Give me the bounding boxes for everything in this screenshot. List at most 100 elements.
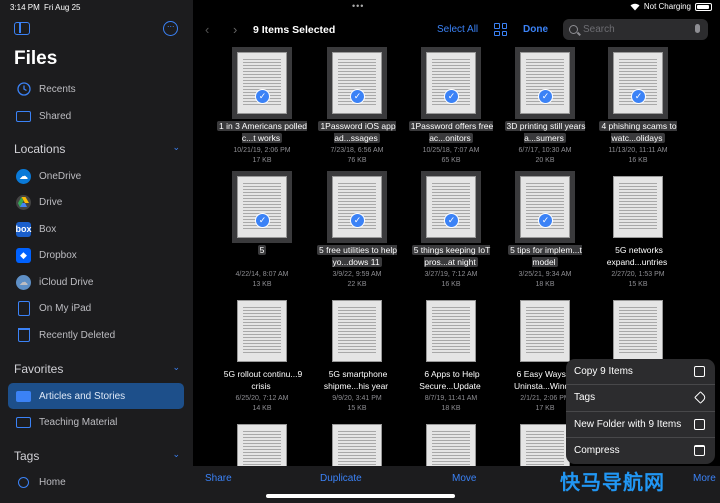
document-thumbnail[interactable]	[237, 300, 287, 362]
new-folder-icon	[694, 418, 705, 430]
sidebar-item-onedrive[interactable]: ☁ OneDrive	[8, 163, 184, 189]
file-name: 3D printing still years a...sumers	[504, 121, 586, 143]
file-size: 22 KB	[347, 281, 367, 288]
clock-icon	[16, 82, 31, 97]
status-date: Fri Aug 25	[44, 3, 81, 12]
menu-item-new-folder[interactable]: New Folder with 9 Items	[566, 412, 715, 438]
grid-view-icon[interactable]	[494, 23, 507, 36]
ipad-icon	[16, 300, 31, 316]
file-date: 2/27/20, 1:53 PM	[611, 271, 665, 278]
select-all-button[interactable]: Select All	[437, 24, 478, 35]
more-button[interactable]: More	[693, 473, 716, 484]
status-bar: 3:14 PM Fri Aug 25 ••• Not Charging	[0, 0, 720, 14]
menu-item-compress[interactable]: Compress	[566, 438, 715, 464]
done-button[interactable]: Done	[523, 24, 548, 35]
sidebar-item-label: On My iPad	[39, 302, 92, 314]
sidebar-item-drive[interactable]: Drive	[8, 189, 184, 215]
document-thumbnail[interactable]	[426, 300, 476, 362]
search-field[interactable]	[563, 19, 708, 40]
folder-icon	[16, 415, 31, 430]
file-size: 17 KB	[252, 157, 272, 164]
file-date: 6/7/17, 10:30 AM	[518, 147, 572, 154]
document-thumbnail[interactable]	[520, 300, 570, 362]
sidebar-item-tag-home[interactable]: Home	[8, 469, 184, 495]
sidebar-item-label: Dropbox	[39, 249, 77, 261]
document-thumbnail[interactable]: ✓	[237, 176, 287, 238]
file-size: 18 KB	[441, 405, 461, 412]
sidebar-item-articles-and-stories[interactable]: Articles and Stories	[8, 383, 184, 409]
home-indicator[interactable]	[266, 494, 455, 498]
document-thumbnail[interactable]	[613, 176, 663, 238]
back-chevron-icon[interactable]: ‹	[205, 22, 209, 37]
document-thumbnail[interactable]: ✓	[520, 176, 570, 238]
favorites-header[interactable]: Favorites ⌄	[14, 362, 180, 376]
file-size: 20 KB	[535, 157, 555, 164]
file-date: 8/7/19, 11:41 AM	[424, 395, 478, 402]
document-thumbnail[interactable]: ✓	[426, 52, 476, 114]
checkmark-icon: ✓	[538, 89, 553, 104]
checkmark-icon: ✓	[538, 213, 553, 228]
tag-icon	[694, 391, 707, 405]
microphone-icon[interactable]	[695, 24, 700, 33]
duplicate-button[interactable]: Duplicate	[320, 473, 362, 484]
file-date: 6/25/20, 7:12 AM	[235, 395, 289, 402]
search-input[interactable]	[583, 24, 683, 35]
sidebar-item-icloud[interactable]: ☁ iCloud Drive	[8, 269, 184, 295]
checkmark-icon: ✓	[350, 213, 365, 228]
more-options-icon[interactable]: ···	[163, 21, 178, 36]
sidebar-item-dropbox[interactable]: ◆ Dropbox	[8, 242, 184, 268]
checkmark-icon: ✓	[350, 89, 365, 104]
multitasking-dots-icon[interactable]: •••	[352, 1, 364, 11]
charging-status: Not Charging	[643, 2, 691, 11]
sidebar-item-label: Articles and Stories	[39, 390, 126, 402]
sidebar-item-recents[interactable]: Recents	[8, 76, 184, 102]
file-size: 15 KB	[628, 281, 648, 288]
shared-folder-icon	[16, 109, 31, 124]
file-date: 10/25/18, 7:07 AM	[422, 147, 480, 154]
locations-header[interactable]: Locations ⌄	[14, 142, 180, 156]
file-name: 1Password offers free ac...onitors	[408, 121, 494, 143]
document-thumbnail[interactable]: ✓	[520, 52, 570, 114]
document-thumbnail[interactable]: ✓	[613, 52, 663, 114]
sidebar-item-teaching-material[interactable]: Teaching Material	[8, 409, 184, 435]
dropbox-icon: ◆	[16, 247, 31, 263]
file-name: 5	[257, 245, 267, 255]
file-name: 5 free utilities to help yo...dows 11	[317, 245, 397, 267]
file-name: 5 tips for implem...t model	[508, 245, 582, 267]
share-button[interactable]: Share	[205, 473, 232, 484]
tags-header[interactable]: Tags ⌄	[14, 449, 180, 463]
document-thumbnail[interactable]	[613, 300, 663, 362]
sidebar-item-label: Shared	[39, 110, 72, 122]
sidebar-toggle-icon[interactable]	[14, 22, 30, 35]
file-name: 5G smartphone shipme...his year	[323, 369, 389, 391]
box-icon: box	[16, 221, 32, 237]
menu-item-copy[interactable]: Copy 9 Items	[566, 359, 715, 386]
sidebar-item-on-my-ipad[interactable]: On My iPad	[8, 295, 184, 321]
battery-icon	[695, 2, 712, 11]
file-size: 16 KB	[441, 281, 461, 288]
file-size: 76 KB	[347, 157, 367, 164]
move-button[interactable]: Move	[452, 473, 476, 484]
sidebar-item-label: Teaching Material	[39, 416, 118, 428]
trash-icon	[16, 328, 31, 343]
checkmark-icon: ✓	[631, 89, 646, 104]
document-thumbnail[interactable]: ✓	[332, 52, 382, 114]
sidebar-item-shared[interactable]: Shared	[8, 103, 184, 129]
chevron-down-icon: ⌄	[172, 449, 180, 459]
sidebar-item-box[interactable]: box Box	[8, 216, 184, 242]
file-date: 7/23/18, 6:56 AM	[330, 147, 384, 154]
sidebar-item-label: Drive	[39, 196, 63, 208]
document-thumbnail[interactable]: ✓	[332, 176, 382, 238]
sidebar-item-recently-deleted[interactable]: Recently Deleted	[8, 322, 184, 348]
selection-title: 9 Items Selected	[253, 24, 336, 36]
document-thumbnail[interactable]	[332, 300, 382, 362]
file-size: 14 KB	[252, 405, 272, 412]
menu-item-tags[interactable]: Tags	[566, 385, 715, 412]
checkmark-icon: ✓	[444, 213, 459, 228]
checkmark-icon: ✓	[255, 213, 270, 228]
forward-chevron-icon[interactable]: ›	[233, 22, 237, 37]
document-thumbnail[interactable]: ✓	[426, 176, 476, 238]
folder-icon	[16, 389, 31, 404]
sidebar-item-label: Home	[39, 476, 66, 488]
document-thumbnail[interactable]: ✓	[237, 52, 287, 114]
